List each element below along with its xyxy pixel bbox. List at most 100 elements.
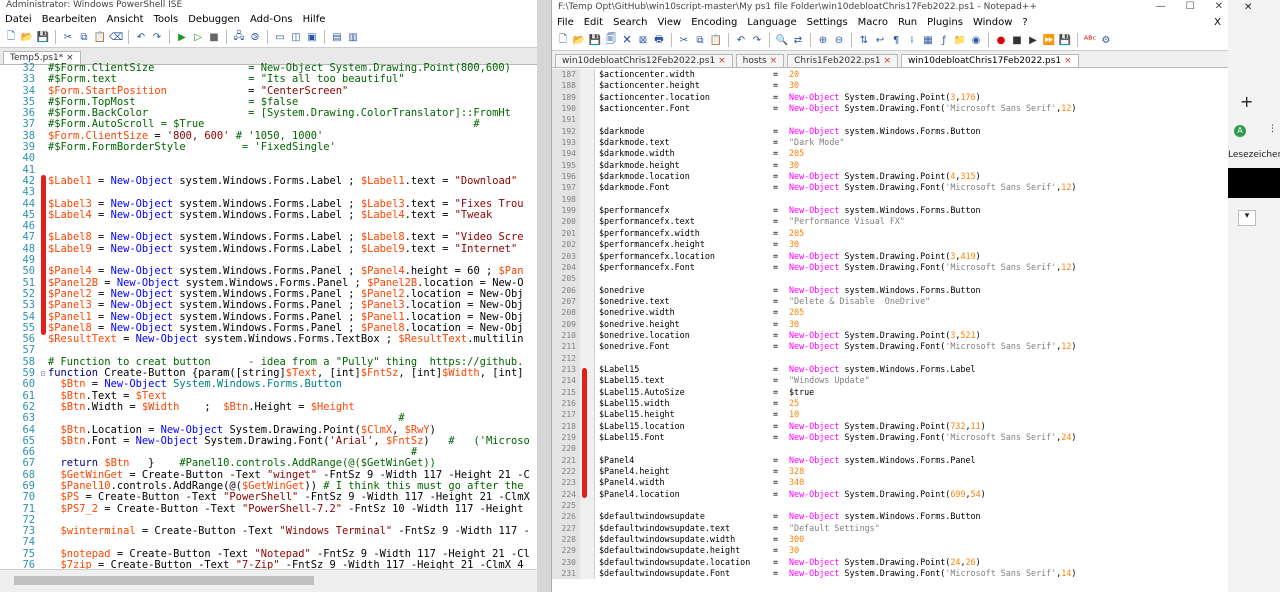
close-window-icon[interactable]: ✕ [1215,0,1223,14]
bookmarks-label[interactable]: Lesezeichen [1228,150,1280,160]
run-macro-multiple-icon[interactable]: ⏩ [1042,33,1056,47]
clear-icon[interactable]: ⌫ [109,30,123,44]
npp-editor[interactable]: 187 $actioncenter.width = 20 188 $actioncente… [552,69,1229,592]
npp-menu-item[interactable]: Edit [579,17,608,28]
addons-icon[interactable]: ▥ [346,30,360,44]
record-macro-icon[interactable]: ● [994,33,1008,47]
layout-top-icon[interactable]: ▭ [273,30,287,44]
close-icon[interactable]: × [1061,56,1072,66]
assign-operator: = [773,432,779,442]
layout-right-icon[interactable]: ◫ [289,30,303,44]
code-line: 218 $Label15.location = New-Object System.D… [552,420,1229,432]
layout-max-icon[interactable]: ▣ [305,30,319,44]
all-chars-icon[interactable]: ¶ [889,33,903,47]
cut-icon[interactable]: ✂ [677,33,691,47]
new-file-icon[interactable]: 🗋 [4,30,18,44]
plugin-icon[interactable]: ⚙ [1099,33,1113,47]
npp-menu-item[interactable]: Encoding [686,17,742,28]
npp-menu-item[interactable]: Search [608,17,652,28]
browser-side-panel: ✕ + A ⋮ Lesezeichen ▾ [1228,0,1280,592]
print-icon[interactable]: 🖶 [652,33,666,47]
doc-map-icon[interactable]: ▦ [921,33,935,47]
ise-menu-item[interactable]: Debuggen [183,14,245,25]
function-list-icon[interactable]: ƒ [937,33,951,47]
word-wrap-icon[interactable]: ↩ [873,33,887,47]
assigned-value: New-Object System.Drawing.Font('Microsof… [781,262,1076,273]
npp-menu-item[interactable]: Macro [853,17,893,28]
npp-menu-item[interactable]: Run [893,17,922,28]
play-macro-icon[interactable]: ▶ [1026,33,1040,47]
close-icon[interactable]: × [881,56,891,66]
save-macro-icon[interactable]: 💾 [1058,33,1072,47]
save-icon[interactable]: 💾 [588,33,602,47]
npp-tab[interactable]: win10debloatChris12Feb2022.ps1 × [555,54,733,67]
ise-menu-item[interactable]: Tools [149,14,184,25]
variable-name: $performancefx.Font [599,261,695,272]
npp-menu-item[interactable]: Window [968,17,1017,28]
ise-menu-item[interactable]: Hilfe [298,14,331,25]
replace-icon[interactable]: ⇄ [791,33,805,47]
stop-macro-icon[interactable]: ■ [1010,33,1024,47]
new-tab-icon[interactable]: + [1240,92,1253,111]
npp-menu-item[interactable]: ? [1017,17,1032,28]
save-all-icon[interactable]: 🗐 [604,33,618,47]
ise-menu-item[interactable]: Ansicht [102,14,149,25]
copy-icon[interactable]: ⧉ [693,33,707,47]
undo-icon[interactable]: ↶ [734,33,748,47]
npp-menu-item[interactable]: Plugins [922,17,968,28]
ise-script-editor[interactable]: 32 #$Form.ClientSize = New-Object System.… [0,63,537,570]
npp-menu-item[interactable]: Settings [802,17,853,28]
remote-icon[interactable]: 🖧 [232,30,246,44]
close-icon[interactable]: × [767,56,778,66]
close-file-icon[interactable]: 🗙 [620,33,634,47]
npp-tab[interactable]: hosts × [735,54,785,67]
powershell-icon[interactable]: ⧁ [248,30,262,44]
redo-icon[interactable]: ↷ [750,33,764,47]
monitoring-icon[interactable]: ◉ [969,33,983,47]
indent-guide-icon[interactable]: ⁞ [905,33,919,47]
sync-scroll-icon[interactable]: ⇅ [857,33,871,47]
copy-icon[interactable]: ⧉ [77,30,91,44]
close-icon[interactable]: × [715,56,726,66]
ise-menu-item[interactable]: Bearbeiten [37,14,102,25]
more-menu-icon[interactable]: ⋮ [1268,124,1277,134]
npp-menu-item[interactable]: View [652,17,686,28]
maximize-icon[interactable]: ☐ [1186,0,1195,14]
extension-icon[interactable] [1228,168,1280,198]
redo-icon[interactable]: ↷ [150,30,164,44]
fold-marker[interactable]: ⊟ [38,368,48,379]
minimize-icon[interactable]: — [1156,0,1166,14]
code-token: "Delete & Disable OneDrive" [789,295,931,306]
run-icon[interactable]: ▶ [175,30,189,44]
close-all-icon[interactable]: ⊠ [636,33,650,47]
variable-name: $Panel4.width [599,477,665,488]
show-commands-icon[interactable]: ▤ [330,30,344,44]
npp-close-doc-button[interactable]: X [1209,17,1229,28]
paste-icon[interactable]: 📋 [93,30,107,44]
npp-tab[interactable]: win10debloatChris17Feb2022.ps1 × [900,54,1079,67]
ise-menu-item[interactable]: Add-Ons [245,14,298,25]
npp-tab[interactable]: Chris1Feb2022.ps1 × [787,54,898,67]
save-icon[interactable]: 💾 [36,30,50,44]
ise-horizontal-scrollbar[interactable] [0,569,537,592]
stop-icon[interactable]: ■ [207,30,221,44]
browser-close-icon[interactable]: ✕ [1244,2,1252,13]
new-file-icon[interactable]: 🗋 [556,33,570,47]
spellcheck-icon[interactable]: ᴬᴮᶜ [1083,33,1097,47]
close-icon[interactable]: × [66,53,74,63]
ise-menu-item[interactable]: Datei [0,14,37,25]
zoom-in-icon[interactable]: ⊕ [816,33,830,47]
open-file-icon[interactable]: 📂 [572,33,586,47]
undo-icon[interactable]: ↶ [134,30,148,44]
npp-menu-item[interactable]: File [552,17,579,28]
npp-menu-item[interactable]: Language [742,17,801,28]
zoom-out-icon[interactable]: ⊖ [832,33,846,47]
run-selection-icon[interactable]: ▷ [191,30,205,44]
folder-workspace-icon[interactable]: 📁 [953,33,967,47]
find-icon[interactable]: 🔍 [775,33,789,47]
avatar[interactable]: A [1234,125,1246,137]
dropdown-chevron-icon[interactable]: ▾ [1238,210,1256,226]
open-file-icon[interactable]: 📂 [20,30,34,44]
paste-icon[interactable]: 📋 [709,33,723,47]
cut-icon[interactable]: ✂ [61,30,75,44]
